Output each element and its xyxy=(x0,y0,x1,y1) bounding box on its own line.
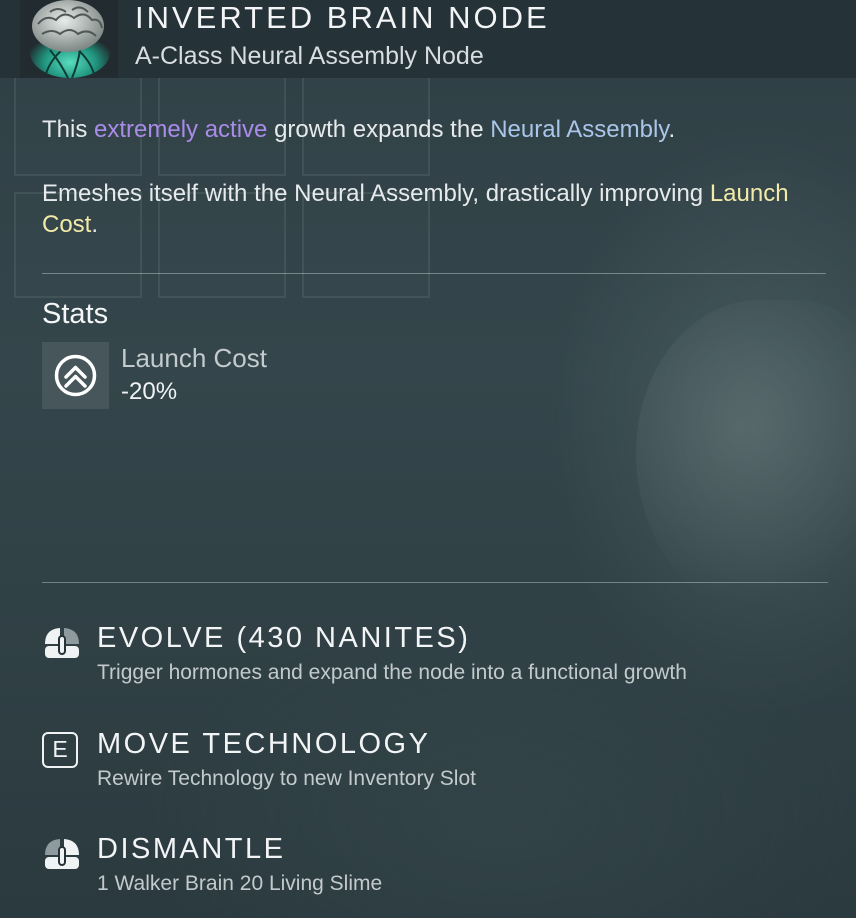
dismantle-action-description: 1 Walker Brain 20 Living Slime xyxy=(97,872,383,895)
mouse-icon xyxy=(45,839,79,869)
section-divider xyxy=(42,273,826,274)
stat-icon-box xyxy=(42,342,109,409)
brain-icon xyxy=(20,0,118,78)
mouse-icon xyxy=(45,628,79,658)
evolve-action-title: EVOLVE (430 NANITES) xyxy=(97,622,471,654)
description-text: growth expands the xyxy=(267,116,491,143)
dismantle-action-title: DISMANTLE xyxy=(97,833,286,865)
description-text: This xyxy=(42,116,95,143)
description-text: Emeshes itself with the Neural Assembly,… xyxy=(42,180,710,207)
description-text: . xyxy=(91,211,99,238)
description-text: . xyxy=(668,116,676,143)
section-divider xyxy=(42,582,828,583)
evolve-action-description: Trigger hormones and expand the node int… xyxy=(97,661,687,684)
item-subtitle: A-Class Neural Assembly Node xyxy=(135,42,484,70)
item-title: INVERTED BRAIN NODE xyxy=(135,0,550,35)
description-line-2: Emeshes itself with the Neural Assembly,… xyxy=(42,178,822,240)
stats-heading: Stats xyxy=(42,298,109,330)
move-technology-action-description: Rewire Technology to new Inventory Slot xyxy=(97,767,476,790)
description-line-1: This extremely active growth expands the… xyxy=(42,114,822,145)
highlight-neural-assembly: Neural Assembly xyxy=(490,116,669,143)
highlight-extremely-active: extremely active xyxy=(94,116,268,143)
background-scenery xyxy=(636,300,856,620)
item-header: INVERTED BRAIN NODE A-Class Neural Assem… xyxy=(0,0,856,78)
stat-value-launch-cost: -20% xyxy=(121,378,178,405)
move-technology-action-title: MOVE TECHNOLOGY xyxy=(97,728,431,760)
stat-name-launch-cost: Launch Cost xyxy=(121,343,267,373)
e-key-icon: E xyxy=(42,732,78,768)
double-chevron-up-icon xyxy=(54,354,97,397)
